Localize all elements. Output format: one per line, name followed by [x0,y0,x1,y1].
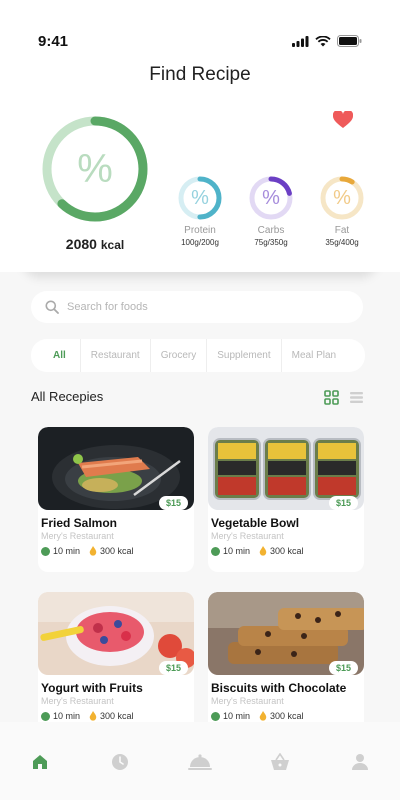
battery-icon [337,35,362,47]
recipe-time: 10 min [223,711,251,721]
calorie-ring: % [40,114,150,224]
recipe-kcal: 300 kcal [100,546,134,556]
filter-chip-supplement[interactable]: Supplement [206,339,280,372]
recipe-card[interactable]: $15 Yogurt with Fruits Mery's Restaurant… [38,592,194,737]
recipe-card[interactable]: $15 Biscuits with Chocolate Mery's Resta… [208,592,364,737]
clock-dot-icon [41,711,50,721]
price-badge: $15 [328,661,358,675]
status-icons [292,35,362,47]
fat-percent-symbol: % [333,186,351,209]
heart-icon[interactable] [333,111,353,129]
section-title: All Recepies [31,389,104,404]
restaurant-name: Mery's Restaurant [41,696,114,706]
wifi-icon [315,35,331,46]
flame-icon [89,546,97,556]
basket-icon [271,753,289,770]
flame-icon [259,711,267,721]
protein-value: 100g/200g [181,238,219,247]
home-icon [33,755,47,769]
recipe-meta: 10 min 300 kcal [41,546,134,556]
fat-value: 35g/400g [325,238,359,247]
filter-chip-restaurant[interactable]: Restaurant [79,339,150,372]
restaurant-name: Mery's Restaurant [211,696,284,706]
bottom-nav [0,722,400,800]
recipe-card[interactable]: $15 Vegetable Bowl Mery's Restaurant 10 … [208,427,364,572]
protein-ring: % [177,175,223,221]
recipe-time: 10 min [53,711,81,721]
recipe-kcal: 300 kcal [100,711,134,721]
view-toggle [324,390,364,405]
price-badge: $15 [158,661,188,675]
app-screen: 9:41 Find Recipe % 2080 kcal % Protein 1… [0,0,400,800]
search-icon [45,300,59,314]
carbs-value: 75g/350g [254,238,288,247]
signal-icon [292,35,309,47]
recipe-name: Biscuits with Chocolate [211,681,347,695]
fat-ring: % [319,175,365,221]
recipe-kcal: 300 kcal [270,546,304,556]
clock-dot-icon [211,711,220,721]
clock-icon [112,754,128,770]
price-badge: $15 [158,496,188,510]
summary-card: 9:41 Find Recipe % 2080 kcal % Protein 1… [0,0,400,272]
restaurant-name: Mery's Restaurant [211,531,284,541]
filter-chips: All Restaurant Grocery Supplement Meal P… [31,339,365,372]
macro-protein: % Protein 100g/200g [174,175,226,247]
flame-icon [259,546,267,556]
nav-basket[interactable] [260,750,300,774]
fat-label: Fat [334,225,350,236]
grid-view-icon[interactable] [324,390,339,405]
search-bar[interactable] [31,291,363,323]
clock-dot-icon [211,546,220,556]
status-bar: 9:41 [38,30,362,52]
page-title: Find Recipe [149,64,251,85]
nav-history[interactable] [100,750,140,774]
recipe-meta: 10 min 300 kcal [41,711,134,721]
profile-icon [352,754,368,770]
nav-profile[interactable] [340,750,380,774]
filter-chip-all[interactable]: All [31,339,80,372]
macro-fat: % Fat 35g/400g [316,175,368,247]
calorie-unit: kcal [100,238,125,252]
filter-chip-grocery[interactable]: Grocery [149,339,207,372]
price-badge: $15 [328,496,358,510]
list-view-icon[interactable] [349,390,364,405]
recipe-kcal: 300 kcal [270,711,304,721]
restaurant-name: Mery's Restaurant [41,531,114,541]
filter-chip-meal-plan[interactable]: Meal Plan [280,339,346,372]
recipe-name: Vegetable Bowl [211,516,300,530]
carbs-ring: % [248,175,294,221]
recipe-meta: 10 min 300 kcal [211,546,304,556]
carbs-label: Carbs [257,225,285,236]
recipe-time: 10 min [53,546,81,556]
search-input[interactable] [67,301,327,313]
flame-icon [89,711,97,721]
protein-label: Protein [184,225,216,236]
calorie-value: 2080 [65,236,97,252]
nav-meals[interactable] [180,750,220,774]
macro-carbs: % Carbs 75g/350g [245,175,297,247]
recipe-name: Fried Salmon [41,516,118,530]
clock-dot-icon [41,546,50,556]
calorie-total: 2080 kcal [40,236,150,252]
recipe-name: Yogurt with Fruits [41,681,143,695]
nav-home[interactable] [20,750,60,774]
recipe-meta: 10 min 300 kcal [211,711,304,721]
recipe-card[interactable]: $15 Fried Salmon Mery's Restaurant 10 mi… [38,427,194,572]
carbs-percent-symbol: % [262,186,280,209]
status-time: 9:41 [38,32,69,50]
calorie-percent-symbol: % [77,146,113,191]
cloche-icon [188,754,212,770]
recipe-time: 10 min [223,546,251,556]
protein-percent-symbol: % [191,186,209,209]
